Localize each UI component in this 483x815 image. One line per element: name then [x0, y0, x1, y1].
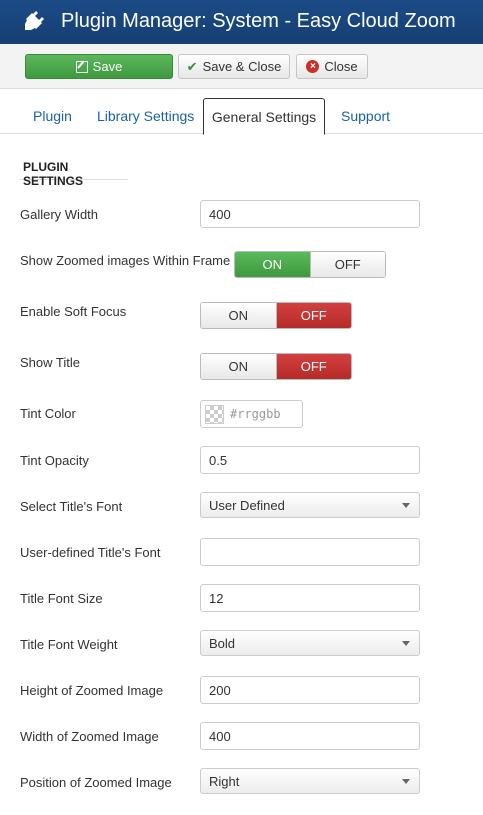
zoom-position-value: Right	[209, 773, 240, 789]
save-button-label: Save	[92, 59, 123, 74]
toggle-on-option[interactable]: ON	[201, 303, 276, 328]
show-title-toggle: ON OFF	[200, 353, 352, 380]
page-title: Plugin Manager: System - Easy Cloud Zoom	[61, 10, 456, 32]
caret-down-icon	[402, 779, 410, 784]
check-icon: ✔	[186, 58, 198, 74]
zoom-height-input[interactable]: 200	[200, 676, 420, 704]
tab-library-settings[interactable]: Library Settings	[85, 98, 206, 134]
header-bar: Plugin Manager: System - Easy Cloud Zoom	[0, 0, 483, 44]
gallery-width-label: Gallery Width	[20, 207, 99, 222]
show-zoomed-within-frame-label: Show Zoomed images Within Frame	[20, 253, 231, 268]
toolbar: Save ✔ Save & Close × Close	[0, 44, 483, 89]
toggle-off-option[interactable]: OFF	[275, 354, 351, 379]
caret-down-icon	[402, 641, 410, 646]
save-button[interactable]: Save	[25, 54, 173, 79]
title-font-value: User Defined	[209, 497, 285, 513]
zoom-width-input[interactable]: 400	[200, 722, 420, 750]
tab-plugin[interactable]: Plugin	[21, 98, 84, 134]
tint-color-input[interactable]: #rrggbb	[200, 400, 303, 428]
tint-color-label: Tint Color	[20, 406, 76, 421]
title-font-weight-value: Bold	[209, 635, 236, 651]
caret-down-icon	[402, 503, 410, 508]
toggle-on-option[interactable]: ON	[201, 354, 276, 379]
user-title-font-label: User-defined Title's Font	[20, 545, 161, 560]
close-button[interactable]: × Close	[296, 54, 368, 79]
zoom-position-label: Position of Zoomed Image	[20, 775, 172, 790]
gallery-width-input[interactable]: 400	[200, 200, 420, 228]
close-button-label: Close	[324, 59, 358, 74]
zoom-width-label: Width of Zoomed Image	[20, 729, 159, 744]
zoom-position-select[interactable]: Right	[200, 768, 420, 794]
save-close-button[interactable]: ✔ Save & Close	[178, 54, 290, 79]
toggle-on-option[interactable]: ON	[235, 252, 310, 277]
title-font-label: Select Title's Font	[20, 499, 123, 514]
plug-icon	[25, 11, 44, 30]
title-font-size-input[interactable]: 12	[200, 584, 420, 612]
tab-support[interactable]: Support	[329, 98, 402, 134]
color-swatch-icon[interactable]	[205, 404, 224, 424]
toggle-off-option[interactable]: OFF	[275, 303, 351, 328]
title-font-size-label: Title Font Size	[20, 591, 103, 606]
section-title: PLUGIN SETTINGS	[20, 160, 128, 188]
tint-opacity-label: Tint Opacity	[20, 453, 89, 468]
close-icon: ×	[306, 60, 320, 73]
tint-opacity-input[interactable]: 0.5	[200, 446, 420, 474]
toggle-off-option[interactable]: OFF	[309, 252, 385, 277]
tint-color-placeholder: #rrggbb	[230, 407, 281, 421]
show-zoomed-within-frame-toggle: ON OFF	[234, 251, 386, 278]
title-font-weight-select[interactable]: Bold	[200, 630, 420, 656]
enable-soft-focus-label: Enable Soft Focus	[20, 304, 127, 319]
user-title-font-input[interactable]	[200, 538, 420, 566]
tab-general-settings[interactable]: General Settings	[203, 98, 325, 135]
title-font-weight-label: Title Font Weight	[20, 637, 118, 652]
tab-bar: Plugin Library Settings General Settings…	[0, 98, 483, 135]
edit-icon	[75, 60, 88, 73]
show-title-label: Show Title	[20, 355, 80, 370]
enable-soft-focus-toggle: ON OFF	[200, 302, 352, 329]
save-close-button-label: Save & Close	[202, 59, 282, 74]
zoom-height-label: Height of Zoomed Image	[20, 683, 164, 698]
title-font-select[interactable]: User Defined	[200, 492, 420, 518]
